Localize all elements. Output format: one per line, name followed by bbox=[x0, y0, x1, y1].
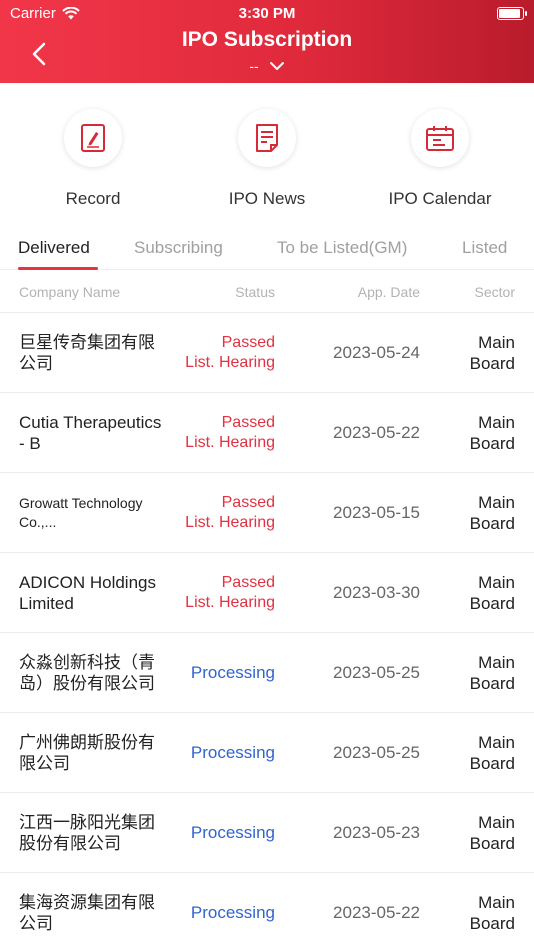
sector-cell: Main Board bbox=[470, 473, 515, 553]
shortcut-record-label: Record bbox=[65, 189, 121, 208]
shortcut-bar: Record IPO News IPO Calendar bbox=[0, 103, 534, 213]
shortcut-ipo-calendar-label: IPO Calendar bbox=[388, 189, 492, 208]
table-row[interactable]: 众淼创新科技（青岛）股份有限公司 Processing 2023-05-25 M… bbox=[0, 633, 534, 713]
app-date: 2023-05-22 bbox=[333, 423, 420, 442]
status-line-1: Passed bbox=[221, 414, 275, 431]
tab-subscribing[interactable]: Subscribing bbox=[134, 238, 223, 258]
sector-line-2: Board bbox=[469, 434, 515, 453]
table-row[interactable]: Growatt Technology Co.,... Passed List. … bbox=[0, 473, 534, 553]
status-line-1: Processing bbox=[190, 743, 275, 762]
tab-to-be-listed[interactable]: To be Listed(GM) bbox=[277, 238, 407, 258]
news-icon bbox=[238, 109, 296, 167]
column-sector: Sector bbox=[474, 284, 515, 300]
sector-line-1: Main bbox=[478, 893, 515, 912]
chevron-down-icon bbox=[269, 62, 284, 70]
status-cell: Passed List. Hearing bbox=[185, 473, 275, 553]
sector-cell: Main Board bbox=[470, 633, 515, 713]
status-line-1: Passed bbox=[221, 334, 275, 351]
app-header: Carrier 3:30 PM IPO Subscription -- bbox=[0, 0, 534, 83]
ipo-list: 巨星传奇集团有限公司 Passed List. Hearing 2023-05-… bbox=[0, 313, 534, 950]
status-cell: Passed List. Hearing bbox=[185, 313, 275, 393]
sector-line-2: Board bbox=[469, 514, 515, 533]
column-status: Status bbox=[235, 284, 275, 300]
status-bar: Carrier 3:30 PM bbox=[0, 0, 534, 28]
active-tab-indicator bbox=[18, 267, 98, 270]
company-name: 巨星传奇集团有限公司 bbox=[19, 333, 155, 373]
status-cell: Passed List. Hearing bbox=[185, 393, 275, 473]
sector-line-1: Main bbox=[478, 493, 515, 512]
company-name: Growatt Technology Co.,... bbox=[19, 495, 143, 530]
sector-line-1: Main bbox=[478, 333, 515, 352]
status-line-1: Passed bbox=[221, 494, 275, 511]
status-line-2: List. Hearing bbox=[185, 354, 275, 371]
status-line-1: Processing bbox=[190, 823, 275, 842]
clock: 3:30 PM bbox=[238, 5, 296, 22]
sector-line-1: Main bbox=[478, 653, 515, 672]
table-row[interactable]: ADICON Holdings Limited Passed List. Hea… bbox=[0, 553, 534, 633]
sector-line-2: Board bbox=[469, 594, 515, 613]
sector-cell: Main Board bbox=[470, 313, 515, 393]
table-row[interactable]: 广州佛朗斯股份有限公司 Processing 2023-05-25 Main B… bbox=[0, 713, 534, 793]
column-company: Company Name bbox=[19, 284, 121, 300]
app-date: 2023-05-25 bbox=[333, 743, 420, 762]
table-row[interactable]: 巨星传奇集团有限公司 Passed List. Hearing 2023-05-… bbox=[0, 313, 534, 393]
status-cell: Passed List. Hearing bbox=[185, 553, 275, 633]
calendar-icon bbox=[411, 109, 469, 167]
status-line-1: Processing bbox=[190, 663, 275, 682]
sector-line-2: Board bbox=[469, 674, 515, 693]
tab-delivered[interactable]: Delivered bbox=[18, 238, 90, 258]
app-date: 2023-03-30 bbox=[333, 583, 420, 602]
battery-icon bbox=[497, 7, 527, 20]
table-row[interactable]: 江西一脉阳光集团股份有限公司 Processing 2023-05-23 Mai… bbox=[0, 793, 534, 873]
company-name: 江西一脉阳光集团股份有限公司 bbox=[19, 813, 155, 853]
sector-cell: Main Board bbox=[470, 873, 515, 950]
status-cell: Processing bbox=[191, 873, 275, 950]
sector-cell: Main Board bbox=[470, 713, 515, 793]
company-name: 众淼创新科技（青岛）股份有限公司 bbox=[19, 653, 155, 693]
status-tabs: Delivered Subscribing To be Listed(GM) L… bbox=[0, 230, 534, 270]
status-line-2: List. Hearing bbox=[185, 434, 275, 451]
sector-cell: Main Board bbox=[470, 793, 515, 873]
column-date: App. Date bbox=[357, 284, 420, 300]
app-date: 2023-05-15 bbox=[333, 503, 420, 522]
status-cell: Processing bbox=[191, 713, 275, 793]
sector-line-2: Board bbox=[469, 914, 515, 933]
status-line-2: List. Hearing bbox=[185, 514, 275, 531]
market-selector[interactable]: -- bbox=[0, 58, 534, 74]
company-name: Cutia Therapeutics - B bbox=[19, 413, 162, 453]
tab-listed[interactable]: Listed bbox=[462, 238, 507, 258]
app-date: 2023-05-23 bbox=[333, 823, 420, 842]
app-date: 2023-05-25 bbox=[333, 663, 420, 682]
sector-cell: Main Board bbox=[470, 553, 515, 633]
status-line-2: List. Hearing bbox=[185, 594, 275, 611]
company-name: ADICON Holdings Limited bbox=[19, 573, 156, 613]
company-name: 广州佛朗斯股份有限公司 bbox=[19, 733, 155, 773]
page-title: IPO Subscription bbox=[181, 28, 353, 51]
status-cell: Processing bbox=[191, 633, 275, 713]
sector-cell: Main Board bbox=[470, 393, 515, 473]
shortcut-ipo-calendar[interactable]: IPO Calendar bbox=[365, 103, 515, 209]
table-row[interactable]: 集海资源集团有限公司 Processing 2023-05-22 Main Bo… bbox=[0, 873, 534, 950]
sector-line-1: Main bbox=[478, 813, 515, 832]
company-name: 集海资源集团有限公司 bbox=[19, 893, 155, 933]
shortcut-ipo-news[interactable]: IPO News bbox=[192, 103, 342, 209]
shortcut-ipo-news-label: IPO News bbox=[228, 189, 306, 208]
status-cell: Processing bbox=[191, 793, 275, 873]
app-date: 2023-05-24 bbox=[333, 343, 420, 362]
sector-line-1: Main bbox=[478, 413, 515, 432]
shortcut-record[interactable]: Record bbox=[18, 103, 168, 209]
table-header: Company Name Status App. Date Sector bbox=[0, 271, 534, 313]
sector-line-2: Board bbox=[469, 834, 515, 853]
sector-line-1: Main bbox=[478, 733, 515, 752]
status-line-1: Passed bbox=[221, 574, 275, 591]
market-selector-value: -- bbox=[249, 58, 259, 74]
app-date: 2023-05-22 bbox=[333, 903, 420, 922]
sector-line-2: Board bbox=[469, 354, 515, 373]
status-line-1: Processing bbox=[190, 903, 275, 922]
record-icon bbox=[64, 109, 122, 167]
sector-line-2: Board bbox=[469, 754, 515, 773]
table-row[interactable]: Cutia Therapeutics - B Passed List. Hear… bbox=[0, 393, 534, 473]
sector-line-1: Main bbox=[478, 573, 515, 592]
